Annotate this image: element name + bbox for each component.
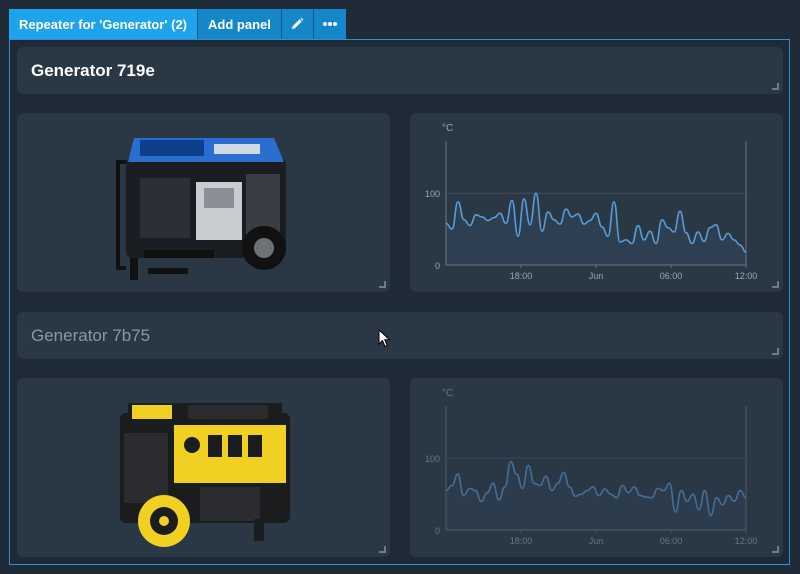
x-tick-label: 18:00 <box>510 536 533 546</box>
resize-handle[interactable] <box>772 546 779 553</box>
x-tick-label: 06:00 <box>660 536 683 546</box>
x-tick-label: Jun <box>589 271 604 281</box>
series-area <box>446 193 746 265</box>
chart-unit: °C <box>442 123 453 134</box>
series-area <box>446 461 746 530</box>
resize-handle[interactable] <box>772 83 779 90</box>
chart-plot: 100 0 18:00 Jun 06:00 12:00 <box>425 141 757 281</box>
x-tick-label: 12:00 <box>735 536 758 546</box>
edit-button[interactable] <box>281 9 314 39</box>
generator-image-panel[interactable] <box>17 113 390 292</box>
resize-handle[interactable] <box>772 348 779 355</box>
row-title: Generator 7b75 <box>31 325 151 345</box>
row-title-panel[interactable]: Generator 7b75 <box>17 312 783 359</box>
y-tick-label: 100 <box>425 454 440 464</box>
resize-handle[interactable] <box>379 281 386 288</box>
pencil-icon <box>292 17 304 29</box>
add-panel-button[interactable]: Add panel <box>198 9 282 39</box>
row-title: Generator 719e <box>31 60 155 80</box>
y-tick-label: 0 <box>435 261 440 271</box>
resize-handle[interactable] <box>772 281 779 288</box>
mouse-cursor-icon <box>378 329 391 348</box>
more-options-button[interactable] <box>313 9 346 39</box>
y-tick-label: 0 <box>435 526 440 536</box>
generator-image-panel[interactable] <box>17 378 390 557</box>
x-tick-label: 06:00 <box>660 271 683 281</box>
x-tick-label: Jun <box>589 536 604 546</box>
temperature-chart-panel[interactable]: °C 100 0 18:00 Jun 06:00 12:00 <box>410 378 783 557</box>
temperature-chart: °C 100 0 18:00 Jun 06:00 12:00 <box>425 123 757 281</box>
generator-image <box>115 137 286 280</box>
ellipsis-icon <box>322 22 337 26</box>
temperature-chart: °C 100 0 18:00 Jun 06:00 12:00 <box>425 388 757 546</box>
y-tick-label: 100 <box>425 189 440 199</box>
repeater-toolbar: Repeater for 'Generator' (2) Add panel <box>9 9 346 39</box>
x-tick-label: 18:00 <box>510 271 533 281</box>
repeater-title-tab[interactable]: Repeater for 'Generator' (2) <box>9 9 199 39</box>
row-title-panel[interactable]: Generator 719e <box>17 47 783 94</box>
generator-image <box>119 402 290 547</box>
temperature-chart-panel[interactable]: °C 100 0 18:00 Jun 06:00 12:00 <box>410 113 783 292</box>
resize-handle[interactable] <box>379 546 386 553</box>
x-tick-label: 12:00 <box>735 271 758 281</box>
chart-unit: °C <box>442 388 453 399</box>
chart-plot: 100 0 18:00 Jun 06:00 12:00 <box>425 406 757 546</box>
